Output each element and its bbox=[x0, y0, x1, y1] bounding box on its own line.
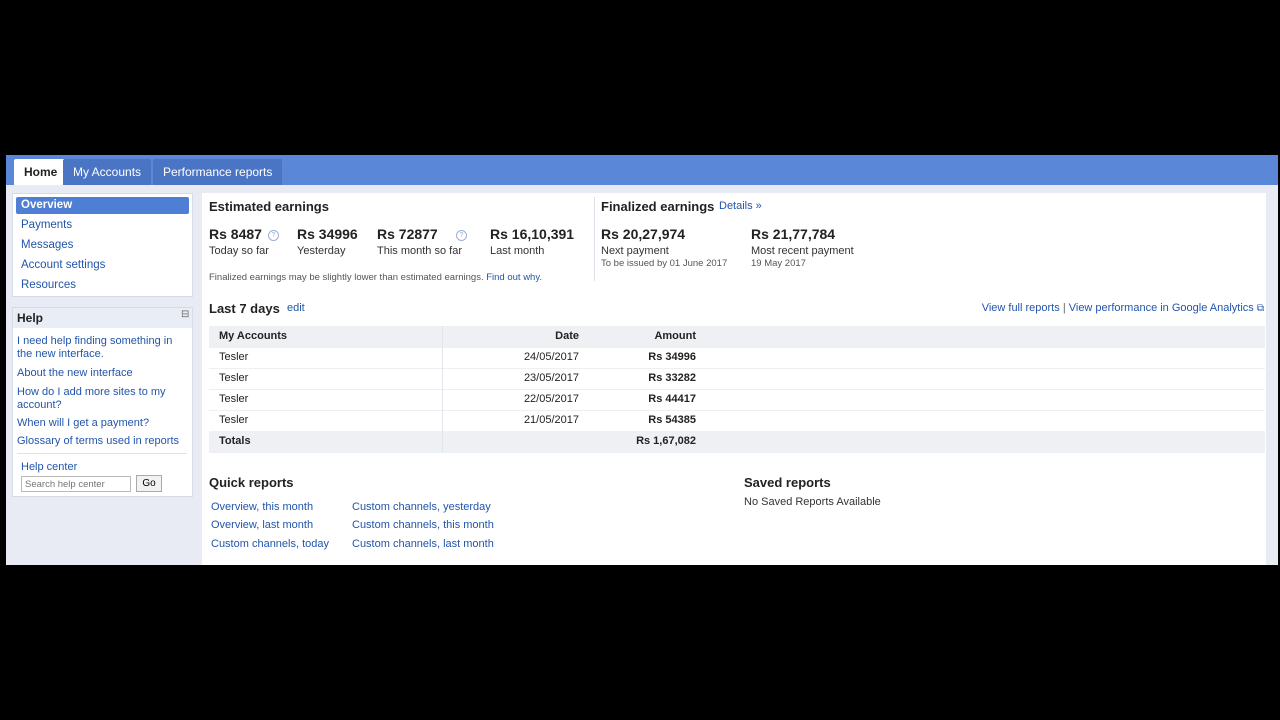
help-question-icon[interactable]: ? bbox=[456, 230, 467, 241]
table-row: Tesler 24/05/2017 Rs 34996 bbox=[209, 347, 1265, 369]
header-amount: Amount bbox=[654, 330, 696, 342]
estimate-note-text: Finalized earnings may be slightly lower… bbox=[209, 272, 484, 283]
header-date: Date bbox=[555, 330, 579, 342]
recent-payment-label: Most recent payment bbox=[751, 245, 854, 257]
sidebar-item-account-settings[interactable]: Account settings bbox=[16, 257, 189, 274]
finalized-earnings-title: Finalized earnings bbox=[601, 199, 715, 214]
report-links: View full reports | View performance in … bbox=[982, 302, 1264, 314]
quick-report-link[interactable]: Custom channels, last month bbox=[352, 538, 494, 550]
table-totals-row: Totals Rs 1,67,082 bbox=[209, 431, 1265, 453]
row-date: 23/05/2017 bbox=[523, 372, 579, 384]
row-amount: Rs 44417 bbox=[648, 393, 696, 405]
details-link[interactable]: Details » bbox=[719, 200, 762, 212]
column-divider bbox=[442, 326, 443, 347]
main-content: Estimated earnings Rs 8487 ? Today so fa… bbox=[202, 193, 1266, 565]
next-payment-label: Next payment bbox=[601, 245, 669, 257]
quick-report-link[interactable]: Overview, last month bbox=[211, 519, 313, 531]
help-center-link[interactable]: Help center bbox=[21, 461, 193, 474]
row-amount: Rs 54385 bbox=[648, 414, 696, 426]
row-amount: Rs 33282 bbox=[648, 372, 696, 384]
row-date: 22/05/2017 bbox=[523, 393, 579, 405]
help-link-about-interface[interactable]: About the new interface bbox=[17, 367, 189, 380]
recent-payment-value: Rs 21,77,784 bbox=[751, 226, 836, 242]
adsense-window: Home My Accounts Performance reports Ove… bbox=[6, 155, 1278, 565]
next-payment-value: Rs 20,27,974 bbox=[601, 226, 686, 242]
saved-reports-title: Saved reports bbox=[744, 475, 831, 490]
help-question-icon[interactable]: ? bbox=[268, 230, 279, 241]
row-account: Tesler bbox=[219, 372, 249, 384]
column-divider bbox=[442, 368, 443, 389]
help-header: Help bbox=[13, 308, 192, 328]
quick-report-link[interactable]: Custom channels, yesterday bbox=[352, 501, 491, 513]
help-divider bbox=[17, 453, 187, 454]
link-separator: | bbox=[1062, 302, 1066, 314]
quick-report-link[interactable]: Custom channels, today bbox=[211, 538, 329, 550]
row-account: Tesler bbox=[219, 393, 249, 405]
external-link-icon: ⧉ bbox=[1256, 303, 1264, 314]
view-full-reports-link[interactable]: View full reports bbox=[982, 302, 1060, 314]
sidebar-item-messages[interactable]: Messages bbox=[16, 237, 189, 254]
find-out-why-link[interactable]: Find out why. bbox=[486, 272, 542, 283]
last-month-value: Rs 16,10,391 bbox=[490, 226, 575, 242]
table-row: Tesler 22/05/2017 Rs 44417 bbox=[209, 389, 1265, 411]
table-header-row: My Accounts Date Amount bbox=[209, 326, 1265, 348]
help-go-button[interactable]: Go bbox=[136, 475, 162, 492]
today-value: Rs 8487 bbox=[209, 226, 262, 242]
help-title: Help bbox=[17, 311, 44, 325]
table-row: Tesler 23/05/2017 Rs 33282 bbox=[209, 368, 1265, 390]
sidebar-item-payments[interactable]: Payments bbox=[16, 217, 189, 234]
row-date: 21/05/2017 bbox=[523, 414, 579, 426]
tab-my-accounts[interactable]: My Accounts bbox=[63, 159, 152, 185]
section-divider bbox=[594, 197, 595, 281]
recent-payment-date: 19 May 2017 bbox=[751, 258, 806, 269]
quick-reports-title: Quick reports bbox=[209, 475, 294, 490]
view-google-analytics-link[interactable]: View performance in Google Analytics bbox=[1069, 302, 1254, 314]
help-search-input[interactable] bbox=[21, 476, 131, 492]
quick-report-link[interactable]: Overview, this month bbox=[211, 501, 313, 513]
this-month-value: Rs 72877 bbox=[377, 226, 438, 242]
top-tab-bar: Home My Accounts Performance reports bbox=[6, 155, 1278, 185]
estimated-earnings-title: Estimated earnings bbox=[209, 199, 329, 214]
sidebar-nav: Overview Payments Messages Account setti… bbox=[12, 193, 193, 297]
totals-amount: Rs 1,67,082 bbox=[636, 435, 696, 447]
help-link-payment[interactable]: When will I get a payment? bbox=[17, 417, 189, 430]
sidebar-item-resources[interactable]: Resources bbox=[16, 277, 189, 294]
help-panel: Help ⊟ I need help finding something in … bbox=[12, 307, 193, 497]
edit-link[interactable]: edit bbox=[287, 302, 305, 314]
last-month-label: Last month bbox=[490, 245, 545, 257]
row-account: Tesler bbox=[219, 414, 249, 426]
help-link-glossary[interactable]: Glossary of terms used in reports bbox=[17, 435, 189, 448]
help-link-add-sites[interactable]: How do I add more sites to my account? bbox=[17, 386, 189, 412]
column-divider bbox=[442, 431, 443, 452]
totals-label: Totals bbox=[219, 435, 251, 447]
row-account: Tesler bbox=[219, 351, 249, 363]
row-amount: Rs 34996 bbox=[648, 351, 696, 363]
next-payment-date: To be issued by 01 June 2017 bbox=[601, 258, 728, 269]
saved-reports-empty: No Saved Reports Available bbox=[744, 496, 881, 508]
estimate-note: Finalized earnings may be slightly lower… bbox=[209, 272, 542, 283]
today-label: Today so far bbox=[209, 245, 269, 257]
tab-performance-reports[interactable]: Performance reports bbox=[153, 159, 283, 185]
yesterday-label: Yesterday bbox=[297, 245, 346, 257]
row-date: 24/05/2017 bbox=[523, 351, 579, 363]
this-month-label: This month so far bbox=[377, 245, 462, 257]
sidebar-item-overview[interactable]: Overview bbox=[16, 197, 189, 214]
quick-report-link[interactable]: Custom channels, this month bbox=[352, 519, 494, 531]
column-divider bbox=[442, 389, 443, 410]
help-link-find-something[interactable]: I need help finding something in the new… bbox=[17, 335, 189, 361]
table-row: Tesler 21/05/2017 Rs 54385 bbox=[209, 410, 1265, 432]
header-my-accounts: My Accounts bbox=[219, 330, 288, 342]
column-divider bbox=[442, 347, 443, 368]
yesterday-value: Rs 34996 bbox=[297, 226, 358, 242]
last-7-days-title: Last 7 days bbox=[209, 301, 280, 316]
tab-home[interactable]: Home bbox=[14, 159, 68, 185]
column-divider bbox=[442, 410, 443, 431]
collapse-icon[interactable]: ⊟ bbox=[181, 310, 189, 320]
